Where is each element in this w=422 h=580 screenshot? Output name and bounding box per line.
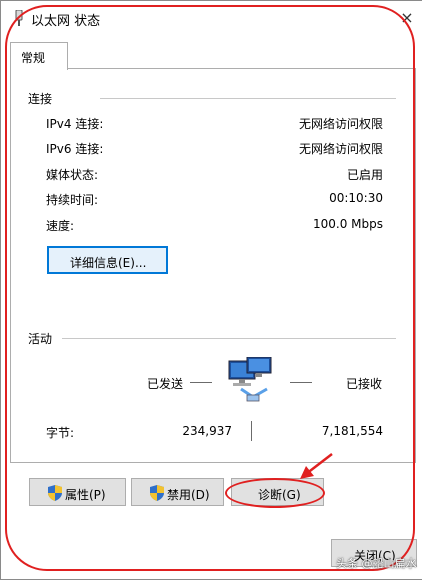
- diagnose-button[interactable]: 诊断(G): [231, 478, 324, 506]
- tab-general-label: 常规: [21, 51, 46, 65]
- close-window-button[interactable]: ×: [393, 6, 421, 30]
- connection-group-divider: [100, 98, 396, 99]
- speed-value: 100.0 Mbps: [312, 217, 383, 231]
- uac-shield-icon: [48, 485, 62, 501]
- sent-label: 已发送: [147, 377, 184, 391]
- received-label: 已接收: [346, 377, 383, 391]
- duration-label: 持续时间:: [46, 193, 99, 207]
- bytes-divider: [251, 421, 252, 441]
- ipv6-value: 无网络访问权限: [298, 142, 383, 156]
- network-adapter-icon: [15, 10, 23, 26]
- media-state-label: 媒体状态:: [46, 168, 99, 182]
- bytes-received-value: 7,181,554: [321, 424, 383, 438]
- ipv4-value: 无网络访问权限: [298, 117, 383, 131]
- window-title: 以太网 状态: [31, 14, 101, 29]
- disable-button[interactable]: 禁用(D): [131, 478, 224, 506]
- disable-button-label: 禁用(D): [167, 488, 210, 502]
- ipv6-label: IPv6 连接:: [46, 142, 104, 156]
- watermark: 头条 @船山扁水: [336, 557, 417, 570]
- tab-general[interactable]: 常规: [10, 42, 68, 70]
- properties-button[interactable]: 属性(P): [29, 478, 126, 506]
- received-line: [290, 382, 312, 383]
- speed-label: 速度:: [46, 219, 75, 233]
- bytes-sent-value: 234,937: [182, 424, 232, 438]
- sent-line: [190, 382, 212, 383]
- connection-group-label: 连接: [28, 92, 53, 106]
- properties-button-label: 属性(P): [65, 488, 106, 502]
- bytes-label: 字节:: [46, 426, 75, 440]
- ipv4-label: IPv4 连接:: [46, 117, 104, 131]
- media-state-value: 已启用: [346, 168, 383, 182]
- title-bar[interactable]: 以太网 状态 ×: [1, 1, 422, 34]
- details-button-label: 详细信息(E)...: [70, 256, 147, 270]
- activity-group-divider: [62, 338, 396, 339]
- details-button[interactable]: 详细信息(E)...: [47, 246, 168, 274]
- duration-value: 00:10:30: [329, 191, 383, 205]
- ethernet-status-window: 以太网 状态 × 常规 连接 IPv4 连接: 无网络访问权限 IPv6 连接:…: [0, 0, 422, 580]
- diagnose-button-label: 诊断(G): [258, 488, 301, 502]
- uac-shield-icon: [150, 485, 164, 501]
- network-computers-icon: [228, 357, 272, 402]
- activity-group-label: 活动: [28, 332, 53, 346]
